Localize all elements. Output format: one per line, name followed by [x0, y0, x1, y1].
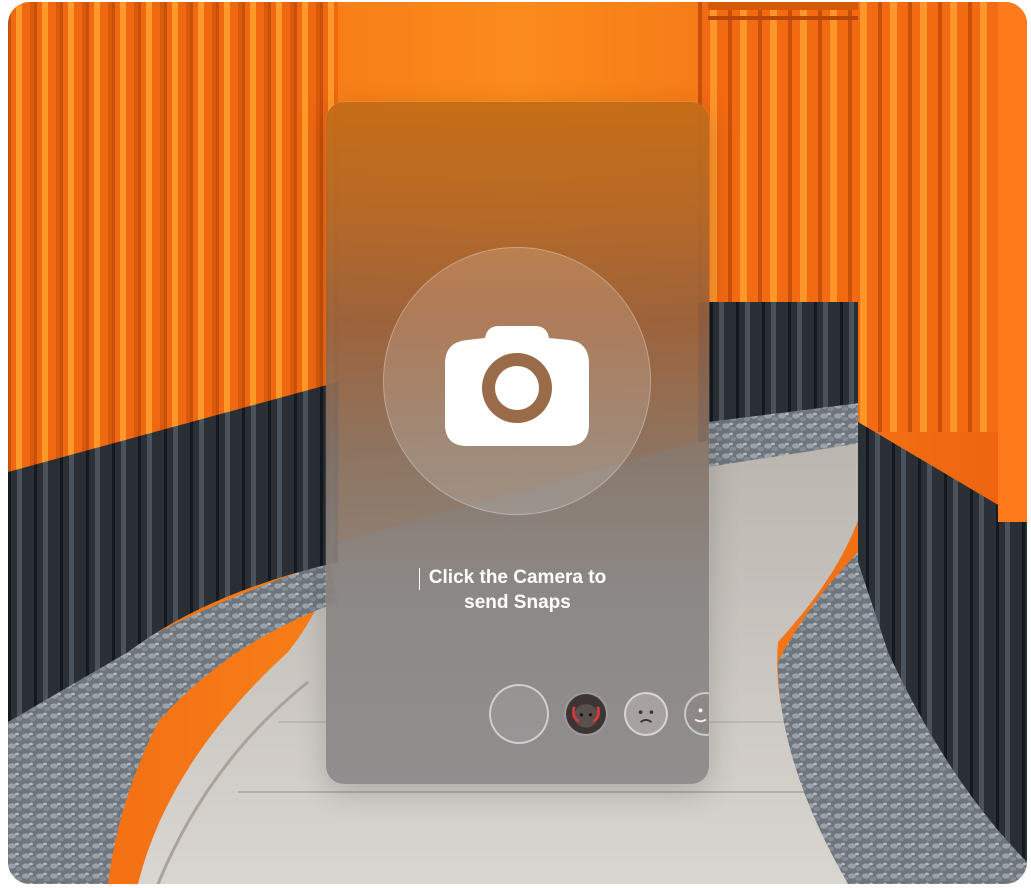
- instruction-text: Click the Camera to send Snaps: [326, 565, 709, 615]
- lens-devil[interactable]: [564, 692, 608, 736]
- sad-face-icon: [638, 710, 654, 723]
- lens-selected-slot[interactable]: [489, 684, 549, 744]
- lens-carousel[interactable]: [326, 682, 709, 752]
- lens-sad[interactable]: [624, 692, 668, 736]
- camera-button[interactable]: [383, 247, 651, 515]
- app-window: Click the Camera to send Snaps: [8, 2, 1027, 884]
- instruction-line-1: Click the Camera to: [428, 567, 607, 588]
- snap-camera-panel: Click the Camera to send Snaps: [326, 102, 709, 784]
- camera-icon: [445, 326, 589, 446]
- face-icon: [694, 708, 707, 723]
- lens-face[interactable]: [684, 692, 709, 736]
- text-caret: [419, 568, 420, 590]
- devil-face-icon: [572, 704, 600, 728]
- instruction-line-2: send Snaps: [464, 592, 571, 613]
